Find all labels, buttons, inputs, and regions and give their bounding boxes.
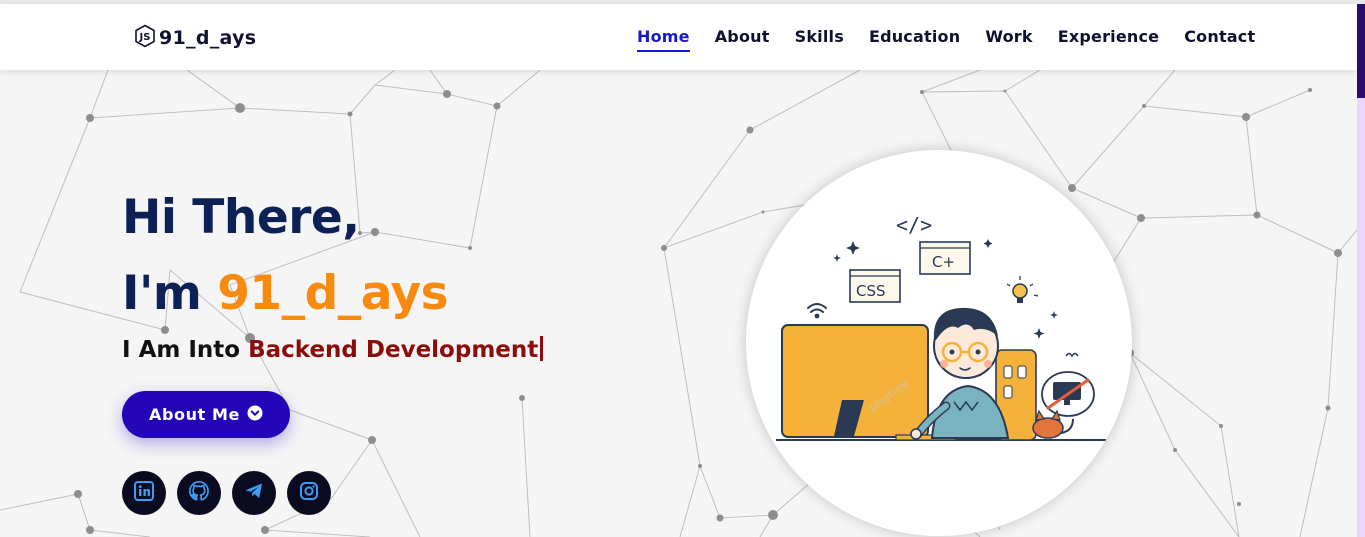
chevron-down-circle-icon: [247, 405, 263, 425]
code-tag-text: </>: [896, 213, 932, 237]
hero-name: 91_d_ays: [217, 266, 449, 321]
about-me-label: About Me: [148, 405, 240, 424]
lightbulb-icon: [1006, 276, 1039, 303]
nav-home[interactable]: Home: [637, 27, 690, 52]
wifi-icon: [807, 303, 827, 319]
nodejs-hex-icon: JS: [134, 24, 156, 52]
github-icon: [188, 480, 210, 506]
developer-at-computer-illustration: </> C+ CSS pngtree: [776, 213, 1106, 441]
brand-name: 91_d_ays: [159, 27, 257, 49]
cplus-badge-text: C+: [932, 253, 955, 271]
nav-about[interactable]: About: [715, 27, 770, 46]
hero-illustration: </> C+ CSS pngtree: [746, 150, 1132, 536]
top-navbar: JS 91_d_ays Home About Skills Education …: [0, 4, 1357, 70]
linkedin-button[interactable]: [122, 471, 166, 515]
hero-greeting: Hi There,: [122, 190, 360, 245]
nav-work[interactable]: Work: [985, 27, 1032, 46]
nav-experience[interactable]: Experience: [1058, 27, 1160, 46]
no-computer-sign-icon: [1041, 352, 1095, 417]
typed-role: Backend Development: [248, 337, 539, 363]
about-me-button[interactable]: About Me: [122, 391, 290, 438]
instagram-button[interactable]: [287, 471, 331, 515]
nav-contact[interactable]: Contact: [1184, 27, 1255, 46]
css-badge-text: CSS: [856, 282, 886, 300]
hero-heading: Hi There, I'm 91_d_ays: [122, 180, 449, 332]
brand-logo[interactable]: JS 91_d_ays: [134, 24, 256, 52]
github-button[interactable]: [177, 471, 221, 515]
hero-intro-prefix: I'm: [122, 266, 218, 321]
linkedin-icon: [134, 481, 154, 505]
nav-education[interactable]: Education: [869, 27, 960, 46]
nav-skills[interactable]: Skills: [795, 27, 844, 46]
typed-prefix: I Am Into: [122, 337, 249, 363]
typing-caret: [540, 336, 544, 361]
instagram-icon: [299, 481, 319, 505]
typed-role-line: I Am Into Backend Development: [122, 336, 544, 363]
hero-intro: I'm 91_d_ays: [122, 256, 449, 332]
social-links: [122, 471, 331, 515]
telegram-button[interactable]: [232, 471, 276, 515]
svg-text:JS: JS: [139, 32, 151, 43]
telegram-icon: [244, 481, 264, 505]
nav-menu: Home About Skills Education Work Experie…: [637, 27, 1280, 52]
page-scrollbar-thumb[interactable]: [1357, 4, 1365, 98]
